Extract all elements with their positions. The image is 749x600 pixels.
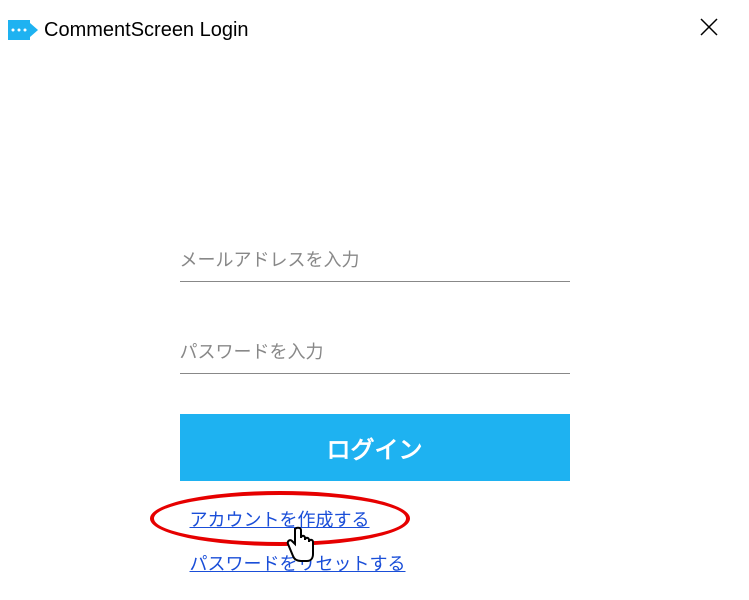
create-account-link[interactable]: アカウントを作成する — [190, 506, 570, 532]
window-header: CommentScreen Login — [0, 0, 749, 60]
reset-password-link[interactable]: パスワードをリセットする — [190, 550, 570, 576]
links-section: アカウントを作成する パスワードをリセットする — [180, 506, 570, 576]
app-icon — [8, 15, 38, 45]
login-button[interactable]: ログイン — [180, 414, 570, 481]
password-input[interactable] — [180, 332, 570, 374]
email-input[interactable] — [180, 240, 570, 282]
window-title: CommentScreen Login — [44, 19, 249, 42]
close-button[interactable] — [689, 16, 729, 44]
login-form: ログイン アカウントを作成する パスワードをリセットする — [160, 240, 590, 576]
close-icon — [699, 17, 719, 37]
